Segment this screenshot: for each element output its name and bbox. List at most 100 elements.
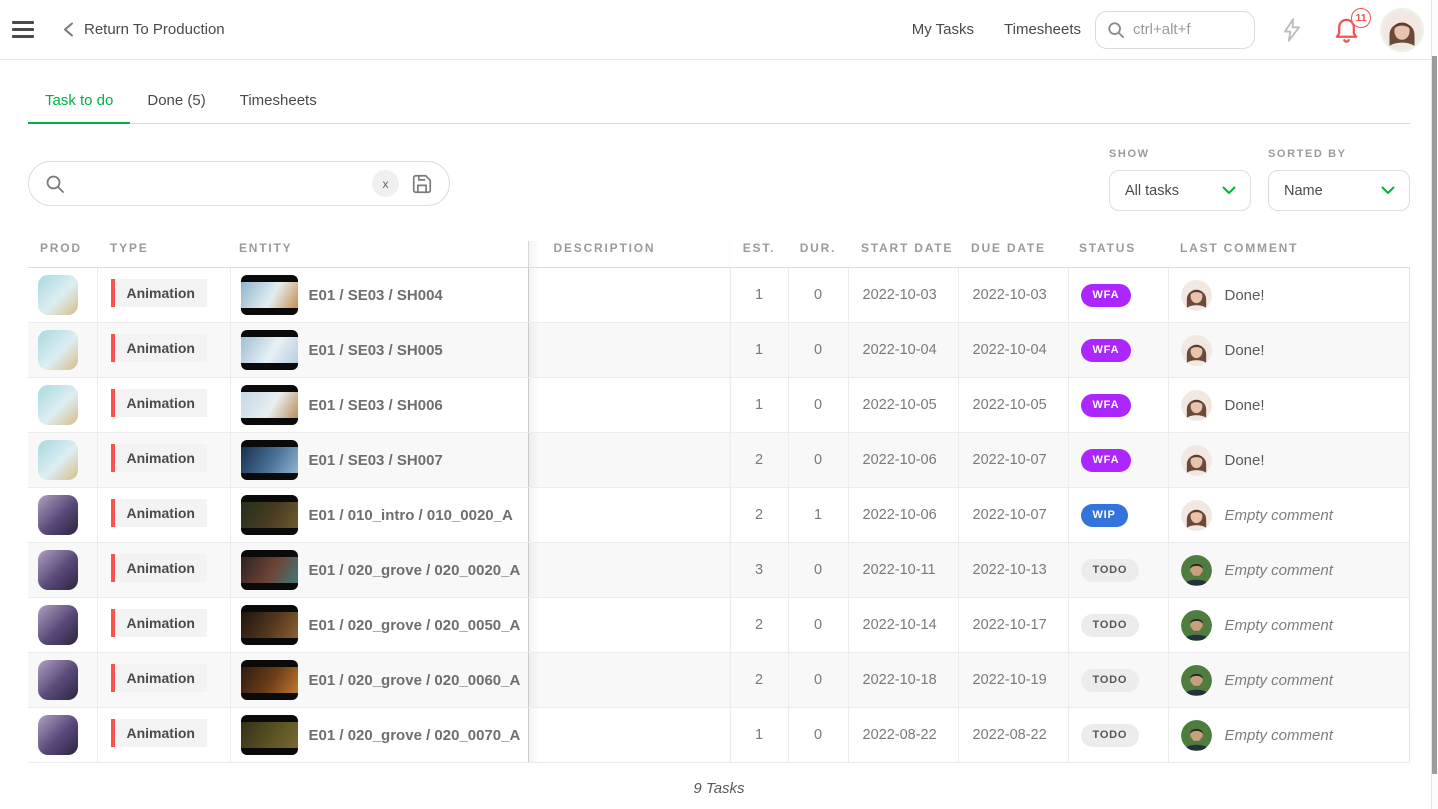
last-comment-cell: Empty comment [1168, 543, 1410, 598]
production-cell [28, 488, 97, 543]
commenter-avatar [1181, 335, 1212, 366]
status-cell: WFA [1068, 323, 1168, 378]
task-type-cell: Animation [97, 708, 230, 763]
entity-thumbnail[interactable] [241, 440, 298, 480]
column-header-start-date: START DATE [848, 241, 958, 268]
entity-cell: E01 / SE03 / SH006 [230, 378, 528, 433]
entity-thumbnail[interactable] [241, 495, 298, 535]
entity-name-link[interactable]: E01 / 020_grove / 020_0020_A [309, 562, 521, 579]
entity-thumbnail[interactable] [241, 275, 298, 315]
last-comment-cell: Done! [1168, 378, 1410, 433]
task-type-cell: Animation [97, 433, 230, 488]
sorted-by-select[interactable]: Name [1268, 170, 1410, 211]
task-type-cell: Animation [97, 543, 230, 598]
entity-name-link[interactable]: E01 / SE03 / SH006 [309, 397, 443, 414]
task-type-cell: Animation [97, 378, 230, 433]
task-type-label: Animation [115, 444, 207, 472]
column-header-status: STATUS [1068, 241, 1168, 268]
status-cell: TODO [1068, 543, 1168, 598]
tab-task-to-do[interactable]: Task to do [28, 82, 130, 124]
entity-thumbnail-image [241, 282, 298, 308]
due-date-value: 2022-08-22 [958, 708, 1068, 763]
entity-name-link[interactable]: E01 / SE03 / SH007 [309, 452, 443, 469]
duration-value: 0 [788, 268, 848, 323]
entity-name-link[interactable]: E01 / 020_grove / 020_0060_A [309, 672, 521, 689]
entity-name-link[interactable]: E01 / 020_grove / 020_0070_A [309, 727, 521, 744]
entity-cell: E01 / SE03 / SH007 [230, 433, 528, 488]
task-type-tag: Animation [111, 389, 207, 417]
entity-name-link[interactable]: E01 / 010_intro / 010_0020_A [309, 507, 513, 524]
table-row: Animation E01 / SE03 / SH004 1 0 2022-10… [28, 268, 1410, 323]
production-thumbnail [38, 495, 78, 535]
estimation-value: 3 [730, 543, 788, 598]
flash-notifications-icon[interactable] [1279, 17, 1305, 43]
entity-thumbnail-image [241, 722, 298, 748]
last-comment-cell: Empty comment [1168, 598, 1410, 653]
production-thumbnail [38, 715, 78, 755]
description-cell [528, 433, 730, 488]
status-cell: TODO [1068, 708, 1168, 763]
notifications-bell-icon[interactable]: 11 [1333, 16, 1360, 44]
task-table-body: Animation E01 / SE03 / SH004 1 0 2022-10… [28, 268, 1410, 763]
entity-thumbnail[interactable] [241, 330, 298, 370]
task-type-cell: Animation [97, 268, 230, 323]
entity-name-link[interactable]: E01 / SE03 / SH004 [309, 287, 443, 304]
status-badge: WFA [1081, 284, 1132, 307]
status-cell: TODO [1068, 653, 1168, 708]
task-type-cell: Animation [97, 653, 230, 708]
entity-cell: E01 / SE03 / SH005 [230, 323, 528, 378]
due-date-value: 2022-10-19 [958, 653, 1068, 708]
entity-thumbnail[interactable] [241, 715, 298, 755]
save-filter-button[interactable] [411, 173, 433, 195]
back-to-production-link[interactable]: Return To Production [62, 21, 225, 38]
page-scrollbar-track[interactable] [1431, 0, 1438, 809]
filter-dropdowns: SHOW All tasks SORTED BY Name [1109, 148, 1410, 211]
description-cell [528, 598, 730, 653]
tab-done[interactable]: Done (5) [130, 82, 222, 123]
menu-hamburger-icon[interactable] [12, 17, 34, 42]
task-type-cell: Animation [97, 598, 230, 653]
production-cell [28, 653, 97, 708]
task-filter-input[interactable] [75, 175, 362, 192]
entity-cell: E01 / 020_grove / 020_0050_A [230, 598, 528, 653]
sorted-by-selected-value: Name [1284, 183, 1323, 199]
entity-thumbnail-image [241, 667, 298, 693]
entity-thumbnail[interactable] [241, 385, 298, 425]
status-badge: WFA [1081, 394, 1132, 417]
description-cell [528, 543, 730, 598]
show-tasks-select[interactable]: All tasks [1109, 170, 1251, 211]
production-cell [28, 598, 97, 653]
production-thumbnail [38, 385, 78, 425]
status-cell: WFA [1068, 433, 1168, 488]
production-thumbnail [38, 275, 78, 315]
show-tasks-selected-value: All tasks [1125, 183, 1179, 199]
notification-count-badge: 11 [1351, 8, 1371, 28]
entity-thumbnail[interactable] [241, 605, 298, 645]
global-search-box [1095, 11, 1255, 49]
commenter-avatar [1181, 555, 1212, 586]
global-search-input[interactable] [1133, 21, 1244, 38]
page-scrollbar-thumb[interactable] [1432, 56, 1437, 774]
tab-timesheets[interactable]: Timesheets [223, 82, 334, 123]
last-comment-cell: Done! [1168, 433, 1410, 488]
sorted-by-label: SORTED BY [1268, 148, 1410, 160]
show-filter-group: SHOW All tasks [1109, 148, 1251, 211]
clear-filter-button[interactable]: x [372, 170, 399, 197]
status-badge: WFA [1081, 339, 1132, 362]
column-header-prod: PROD [28, 241, 97, 268]
back-link-label: Return To Production [84, 21, 225, 38]
user-avatar[interactable] [1382, 10, 1422, 50]
last-comment-text: Empty comment [1225, 617, 1333, 634]
nav-timesheets[interactable]: Timesheets [1004, 21, 1081, 38]
nav-my-tasks[interactable]: My Tasks [912, 21, 974, 38]
due-date-value: 2022-10-03 [958, 268, 1068, 323]
entity-thumbnail[interactable] [241, 550, 298, 590]
task-type-label: Animation [115, 279, 207, 307]
estimation-value: 1 [730, 708, 788, 763]
entity-thumbnail[interactable] [241, 660, 298, 700]
entity-name-link[interactable]: E01 / 020_grove / 020_0050_A [309, 617, 521, 634]
entity-name-link[interactable]: E01 / SE03 / SH005 [309, 342, 443, 359]
status-badge: TODO [1081, 559, 1140, 582]
status-cell: WIP [1068, 488, 1168, 543]
entity-cell: E01 / 010_intro / 010_0020_A [230, 488, 528, 543]
